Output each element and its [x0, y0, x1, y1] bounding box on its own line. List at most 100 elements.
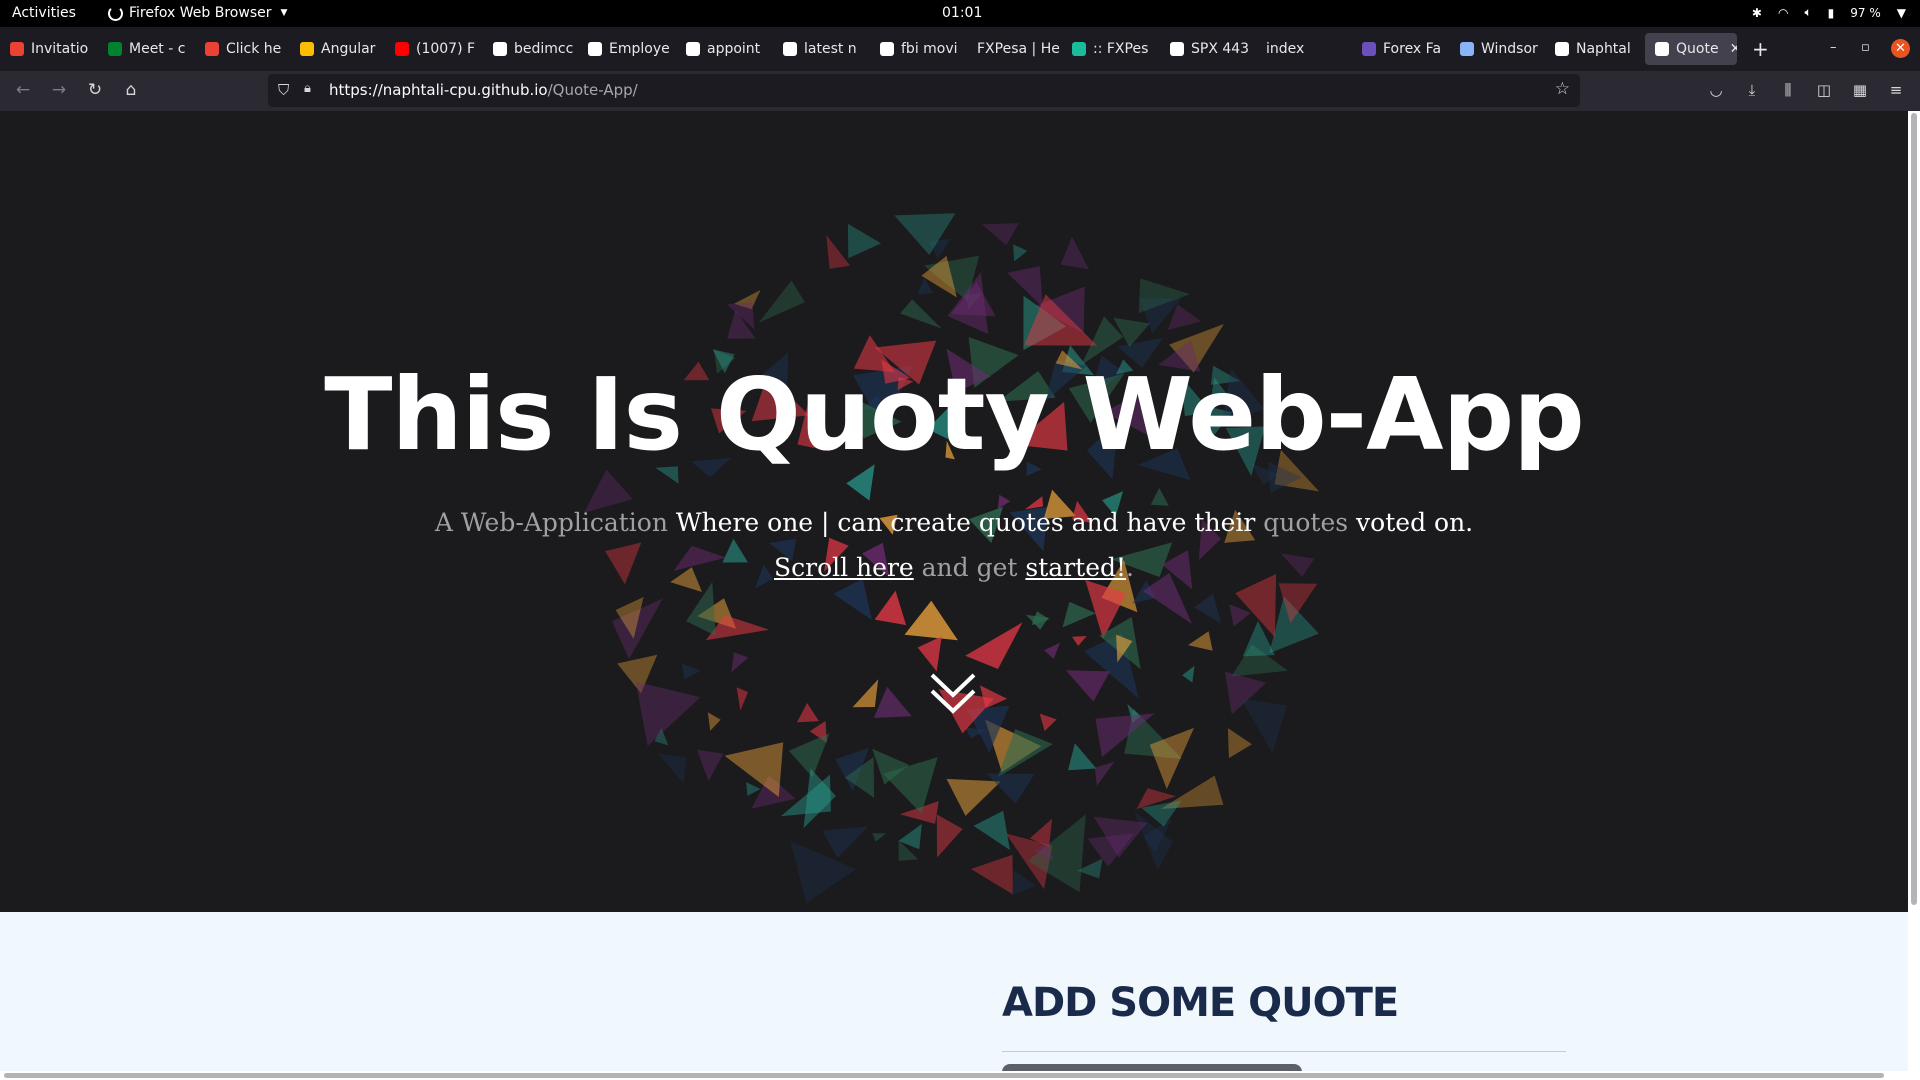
- vertical-scrollbar[interactable]: [1908, 111, 1920, 1080]
- double-chevron-down-icon[interactable]: [928, 671, 978, 717]
- hero-cta-line: Scroll here and get started!.: [773, 553, 1134, 582]
- home-button[interactable]: ⌂: [120, 80, 142, 100]
- started-link[interactable]: started!: [1025, 553, 1126, 582]
- browser-tab[interactable]: FXPesa | He: [967, 33, 1060, 65]
- horizontal-scrollbar[interactable]: [0, 1071, 1908, 1080]
- hero-title: This Is Quoty Web-App: [324, 356, 1584, 473]
- favicon-icon: [1655, 42, 1669, 56]
- battery-level: 97 %: [1850, 5, 1881, 20]
- triangle-shard: [874, 590, 907, 626]
- browser-tab[interactable]: (1007) F: [385, 33, 481, 65]
- hero-section: This Is Quoty Web-App A Web-Application …: [0, 111, 1908, 912]
- pocket-icon[interactable]: ◡: [1705, 81, 1727, 99]
- browser-tab[interactable]: Invitatio: [0, 33, 95, 65]
- browser-tab[interactable]: Employe: [578, 33, 674, 65]
- triangle-shard: [1039, 713, 1057, 732]
- triangle-shard: [917, 636, 942, 672]
- add-quote-section: ADD SOME QUOTE: [0, 912, 1908, 1080]
- app-menu[interactable]: Firefox Web Browser ▼: [108, 5, 287, 21]
- triangle-shard: [894, 213, 956, 255]
- favicon-icon: [1460, 42, 1474, 56]
- tab-label: appoint: [707, 41, 761, 57]
- triangle-shard: [731, 652, 749, 673]
- browser-tab[interactable]: Naphtal: [1545, 33, 1641, 65]
- triangle-shard: [1072, 636, 1087, 646]
- triangle-shard: [758, 280, 805, 323]
- volume-icon: 🔈︎: [1804, 5, 1812, 19]
- browser-tab[interactable]: Forex Fa: [1352, 33, 1447, 65]
- triangle-shard: [872, 833, 887, 842]
- tab-label: Meet - c: [129, 41, 186, 57]
- chevron-down-icon: ▼: [1896, 5, 1906, 20]
- browser-tab[interactable]: appoint: [676, 33, 771, 65]
- shield-icon[interactable]: ⛉: [278, 81, 289, 99]
- triangle-shard: [970, 854, 1013, 895]
- address-bar[interactable]: ⛉ 🔒︎ https://naphtali-cpu.github.io/Quot…: [268, 74, 1580, 107]
- divider: [1002, 1051, 1566, 1052]
- triangle-shard: [1044, 642, 1061, 659]
- triangle-shard: [936, 814, 963, 858]
- triangle-shard: [1229, 604, 1251, 627]
- minimize-button[interactable]: –: [1830, 40, 1837, 55]
- downloads-icon[interactable]: ⤓: [1741, 81, 1763, 99]
- restore-button[interactable]: ▫: [1861, 40, 1870, 55]
- clock[interactable]: 01:01: [942, 5, 982, 21]
- triangle-shard: [973, 810, 1010, 850]
- browser-tab[interactable]: SPX 443: [1160, 33, 1254, 65]
- close-tab-icon[interactable]: ✕: [1730, 41, 1737, 57]
- tab-label: index: [1266, 41, 1305, 57]
- browser-tab[interactable]: index: [1256, 33, 1336, 65]
- favicon-icon: [300, 42, 314, 56]
- triangle-shard: [1188, 631, 1213, 651]
- triangle-shard: [822, 826, 869, 859]
- close-window-button[interactable]: ✕: [1891, 39, 1910, 58]
- sidebar-icon[interactable]: ◫: [1813, 81, 1835, 99]
- triangle-shard: [852, 679, 879, 708]
- hero-subtitle: A Web-Application Where one | can create…: [434, 508, 1474, 537]
- favicon-icon: [1072, 42, 1086, 56]
- triangle-shard: [697, 749, 724, 782]
- triangle-shard: [736, 687, 748, 711]
- triangle-shard: [1068, 743, 1097, 771]
- tab-label: Naphtal: [1576, 41, 1631, 57]
- browser-tab[interactable]: :: FXPes: [1062, 33, 1158, 65]
- browser-tab[interactable]: fbi movi: [870, 33, 965, 65]
- triangle-shard: [986, 773, 1035, 804]
- tab-label: Invitatio: [31, 41, 89, 57]
- tab-label: Quote: [1676, 41, 1719, 57]
- url-text[interactable]: https://naphtali-cpu.github.io/Quote-App…: [329, 81, 638, 99]
- reload-button[interactable]: ↻: [84, 80, 106, 100]
- triangle-shard: [1150, 488, 1169, 506]
- triangle-shard: [981, 223, 1019, 246]
- browser-tab[interactable]: Angular: [290, 33, 383, 65]
- scroll-here-link[interactable]: Scroll here: [774, 553, 914, 582]
- favicon-icon: [10, 42, 24, 56]
- system-tray[interactable]: ✱ ◠ 🔈︎ ▮ 97 % ▼: [1752, 5, 1906, 20]
- menu-icon[interactable]: ≡: [1885, 81, 1907, 99]
- browser-tab[interactable]: Windsor: [1450, 33, 1543, 65]
- firefox-icon: [108, 5, 123, 21]
- triangle-shard: [873, 686, 912, 718]
- browser-tab[interactable]: Click he: [195, 33, 288, 65]
- lock-icon[interactable]: 🔒︎: [304, 81, 311, 96]
- new-tab-button[interactable]: +: [1752, 39, 1769, 59]
- browser-tab[interactable]: Meet - c: [98, 33, 193, 65]
- favicon-icon: [1555, 42, 1569, 56]
- triangle-shard: [1065, 670, 1110, 702]
- extension-icon[interactable]: ▦: [1849, 81, 1871, 99]
- browser-tab[interactable]: latest n: [773, 33, 868, 65]
- activities-button[interactable]: Activities: [12, 5, 76, 21]
- forward-button[interactable]: →: [48, 80, 70, 100]
- tab-label: Windsor: [1481, 41, 1538, 57]
- tab-strip: + – ▫ ✕ Invitatio Meet - c Click he Angular…: [0, 27, 1920, 71]
- triangle-shard: [1182, 665, 1195, 683]
- bookmark-star-icon[interactable]: ☆: [1555, 79, 1570, 99]
- triangle-shard: [707, 712, 721, 731]
- back-button[interactable]: ←: [12, 80, 34, 100]
- browser-tab[interactable]: Quote ✕: [1645, 33, 1737, 65]
- favicon-icon: [588, 42, 602, 56]
- browser-tab[interactable]: bedimcc: [483, 33, 576, 65]
- library-icon[interactable]: ⫼: [1777, 81, 1799, 99]
- triangle-shard: [635, 681, 701, 746]
- slack-icon[interactable]: ✱: [1752, 6, 1762, 20]
